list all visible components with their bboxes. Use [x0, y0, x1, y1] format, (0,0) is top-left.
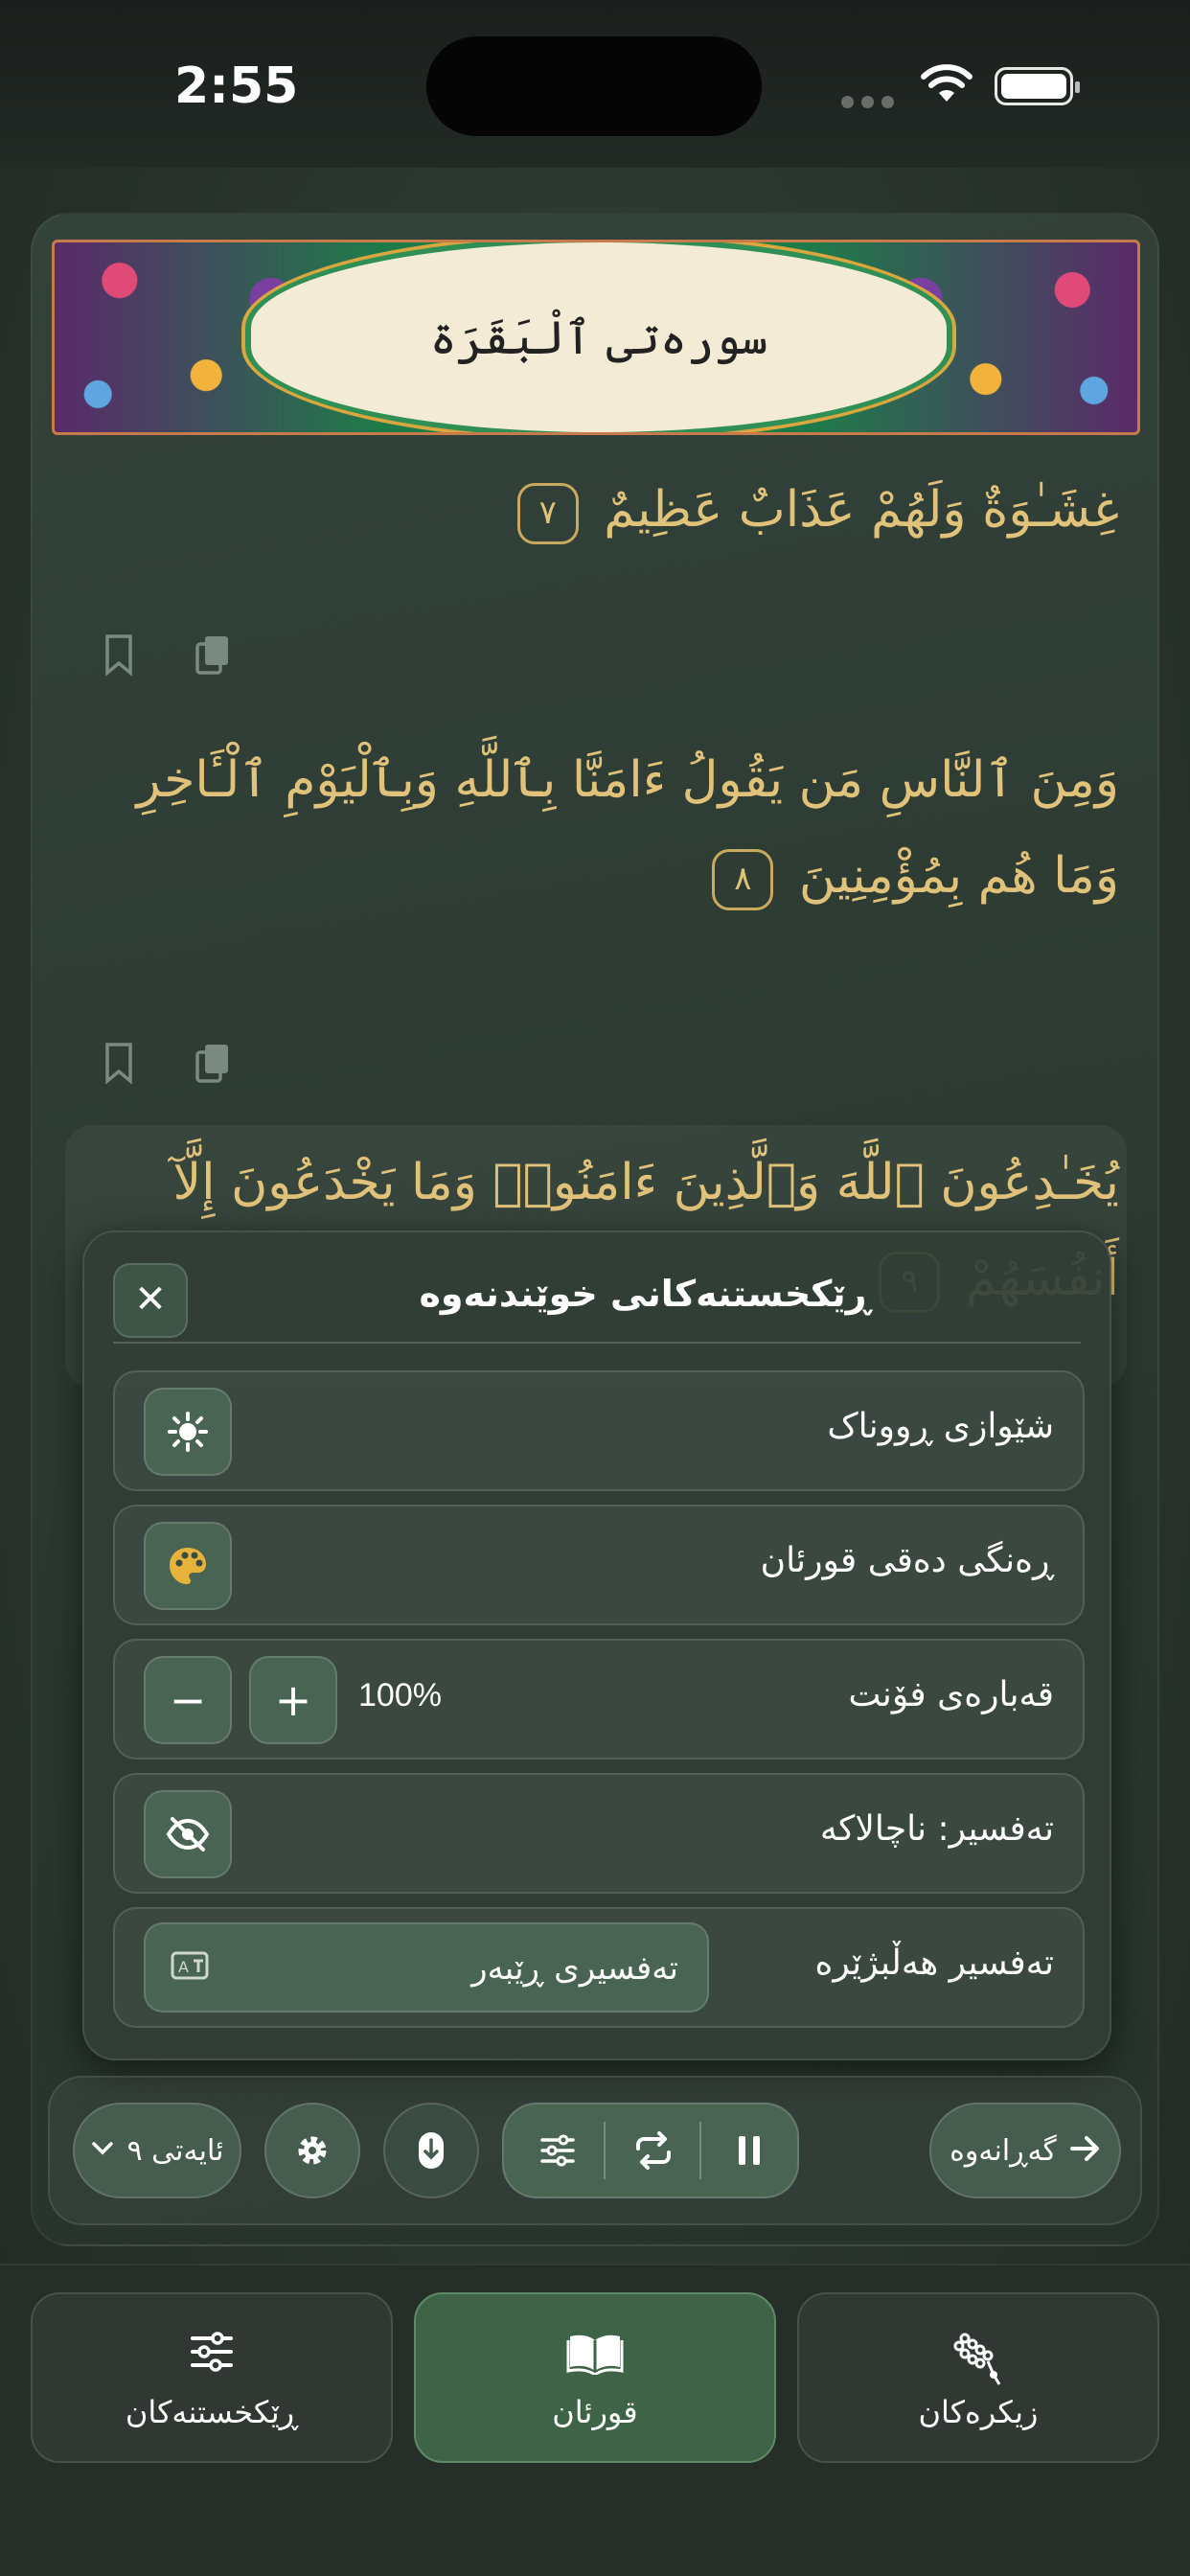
- battery-icon: [995, 67, 1080, 105]
- bookmark-icon[interactable]: [94, 1037, 144, 1087]
- font-size-row: قەبارەی فۆنت − + 100%: [113, 1639, 1085, 1760]
- sliders-icon: [540, 2134, 575, 2167]
- panel-header: ✕ ڕێکخستنەکانی خوێندنەوە: [113, 1252, 1081, 1344]
- decrease-font-button[interactable]: −: [144, 1656, 232, 1744]
- plus-icon: +: [274, 1674, 312, 1726]
- light-mode-row: شێوازی ڕووناک: [113, 1370, 1085, 1491]
- eye-off-icon: [166, 1817, 210, 1852]
- pause-icon: [739, 2136, 760, 2165]
- ayah-7-text: غِشَـٰوَةٌ وَلَهُمْ عَذَابٌ عَظِيمٌ: [604, 481, 1119, 539]
- copy-icon[interactable]: [188, 1037, 238, 1087]
- ayah-number-badge: ٨: [712, 848, 774, 910]
- ayah-7[interactable]: غِشَـٰوَةٌ وَلَهُمْ عَذَابٌ عَظِيمٌ ٧: [71, 462, 1119, 558]
- bottom-tab-bar: زیکرەکان قورئان ڕێکخستنەکان: [0, 2264, 1190, 2576]
- tab-quran-label: قورئان: [552, 2394, 638, 2430]
- tafsir-toggle-button[interactable]: [144, 1790, 232, 1878]
- tafsir-status-label: تەفسیر: ناچالاکە: [819, 1809, 1054, 1849]
- tab-dhikr[interactable]: زیکرەکان: [797, 2292, 1159, 2463]
- audio-player-bar: ئایەتی ٩ گەڕانەوە: [48, 2076, 1142, 2225]
- close-icon: ✕: [134, 1277, 167, 1322]
- light-mode-toggle[interactable]: [144, 1388, 232, 1476]
- light-mode-label: شێوازی ڕووناک: [827, 1407, 1054, 1446]
- tafsir-dropdown[interactable]: تەفسیری ڕێبەر A: [144, 1922, 709, 2012]
- back-button-label: گەڕانەوە: [950, 2133, 1057, 2168]
- tab-quran[interactable]: قورئان: [414, 2292, 776, 2463]
- quran-color-label: ڕەنگی دەقی قورئان: [760, 1541, 1054, 1580]
- pause-button[interactable]: [701, 2104, 797, 2196]
- arrow-right-icon: [1069, 2135, 1101, 2166]
- download-icon: [419, 2132, 444, 2169]
- back-button[interactable]: گەڕانەوە: [929, 2103, 1121, 2198]
- download-button[interactable]: [383, 2103, 479, 2198]
- sun-icon: [168, 1412, 208, 1452]
- ayah-selector[interactable]: ئایەتی ٩: [73, 2103, 241, 2198]
- font-size-label: قەبارەی فۆنت: [848, 1675, 1054, 1714]
- surah-title: سورەتی ٱلْبَقَرَة: [429, 311, 768, 365]
- ayah-8-text: وَمِنَ ٱلنَّاسِ مَن يَقُولُ ءَامَنَّا بِ…: [136, 751, 1119, 905]
- tab-dhikr-label: زیکرەکان: [918, 2394, 1039, 2430]
- ayah-8[interactable]: وَمِنَ ٱلنَّاسِ مَن يَقُولُ ءَامَنَّا بِ…: [71, 732, 1119, 924]
- chevron-down-icon: [91, 2141, 114, 2160]
- tab-settings[interactable]: ڕێکخستنەکان: [31, 2292, 393, 2463]
- signal-icon: [841, 94, 902, 112]
- wifi-icon: [920, 63, 973, 109]
- ayah-number-badge: ٧: [516, 482, 579, 544]
- banner-center: سورەتی ٱلْبَقَرَة: [251, 242, 947, 432]
- player-settings-button[interactable]: [264, 2103, 360, 2198]
- quran-color-row: ڕەنگی دەقی قورئان: [113, 1505, 1085, 1625]
- open-book-icon: [416, 2331, 774, 2379]
- minus-icon: −: [169, 1674, 207, 1726]
- gear-icon: [298, 2136, 327, 2165]
- bookmark-icon[interactable]: [94, 629, 144, 678]
- increase-font-button[interactable]: +: [249, 1656, 337, 1744]
- palette-icon: [170, 1548, 206, 1584]
- tafsir-select-row: تەفسیر هەڵبژێرە تەفسیری ڕێبەر A: [113, 1907, 1085, 2028]
- playback-controls: [502, 2103, 799, 2198]
- tab-settings-label: ڕێکخستنەکان: [125, 2394, 299, 2430]
- dynamic-island: [426, 36, 762, 136]
- tafsir-select-label: تەفسیر هەڵبژێرە: [814, 1944, 1054, 1983]
- status-time: 2:55: [174, 58, 299, 115]
- status-bar: 2:55: [0, 0, 1190, 168]
- quran-reader: سورەتی ٱلْبَقَرَة غِشَـٰوَةٌ وَلَهُمْ عَ…: [31, 213, 1159, 2246]
- close-button[interactable]: ✕: [113, 1263, 188, 1338]
- reading-settings-panel: ✕ ڕێکخستنەکانی خوێندنەوە شێوازی ڕووناک ڕ…: [82, 1230, 1111, 2060]
- panel-title: ڕێکخستنەکانی خوێندنەوە: [419, 1273, 871, 1315]
- repeat-button[interactable]: [606, 2104, 701, 2196]
- repeat-icon: [636, 2131, 671, 2170]
- audio-options-button[interactable]: [510, 2104, 606, 2196]
- sliders-icon: [33, 2331, 391, 2377]
- svg-text:A: A: [178, 1958, 189, 1976]
- tasbih-icon: [799, 2331, 1157, 2392]
- ayah-selector-label: ئایەتی ٩: [126, 2133, 224, 2168]
- tafsir-status-row: تەفسیر: ناچالاکە: [113, 1773, 1085, 1894]
- translate-icon: A: [171, 1951, 209, 1984]
- copy-icon[interactable]: [188, 629, 238, 678]
- font-size-value: 100%: [358, 1677, 442, 1714]
- tafsir-selected-value: تەفسیری ڕێبەر: [471, 1949, 678, 1988]
- color-picker-button[interactable]: [144, 1522, 232, 1610]
- surah-banner: سورەتی ٱلْبَقَرَة: [52, 240, 1140, 435]
- app-root: 2:55 سورەتی ٱلْبَقَرَة غِشَـٰوَةٌ وَلَهُ…: [0, 0, 1190, 2576]
